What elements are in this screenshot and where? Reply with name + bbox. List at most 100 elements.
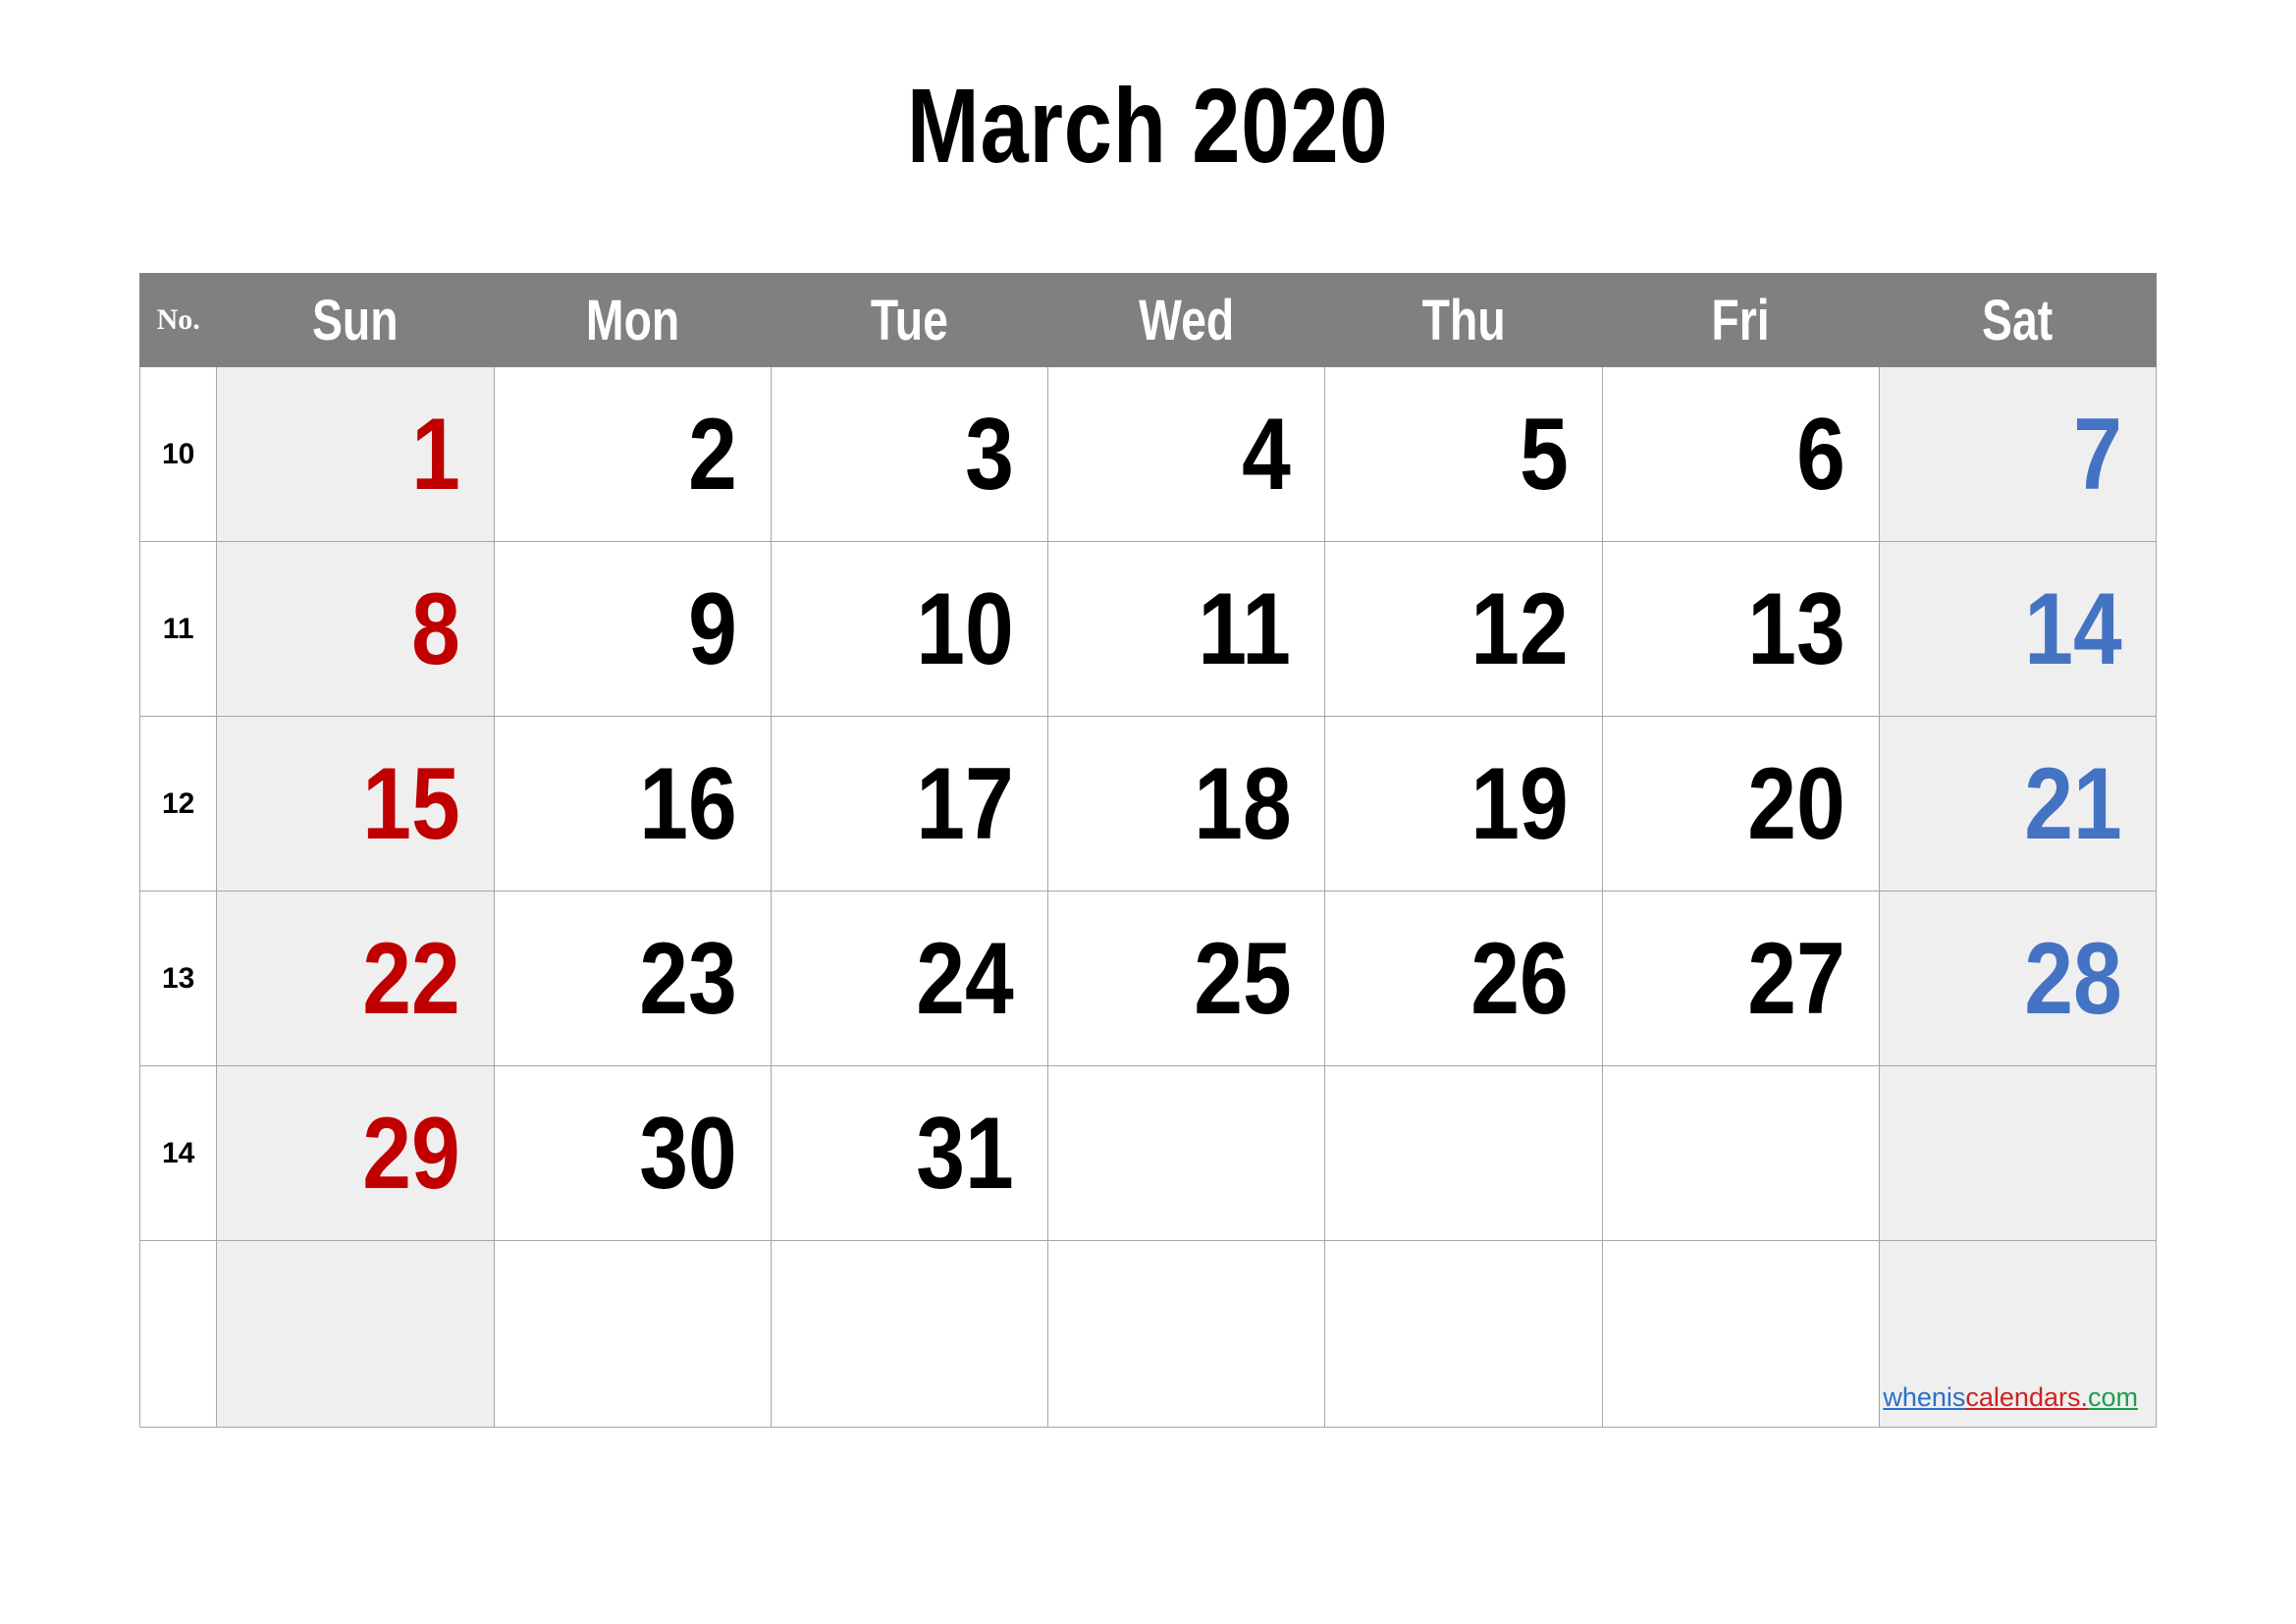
day-cell[interactable]: 18: [1047, 716, 1326, 892]
day-cell[interactable]: 23: [493, 891, 772, 1066]
day-header-fri: Fri: [1601, 273, 1880, 367]
day-cell[interactable]: 30: [493, 1065, 772, 1241]
day-number: 26: [1470, 921, 1569, 1036]
day-number: 7: [2073, 397, 2122, 512]
day-header-tue-label: Tue: [870, 288, 948, 352]
day-cell[interactable]: 4: [1047, 366, 1326, 542]
day-number: 31: [916, 1096, 1015, 1211]
page-title: March 2020: [907, 66, 1389, 185]
day-cell[interactable]: wheniscalendars.com: [1878, 1240, 2158, 1428]
calendar-grid: No. Sun Mon Tue Wed Thu Fri Sat 10 1 2 3…: [138, 273, 2158, 1428]
day-header-fri-label: Fri: [1711, 288, 1770, 352]
day-header-mon-label: Mon: [585, 288, 679, 352]
day-number: 24: [916, 921, 1015, 1036]
day-number: 13: [1747, 571, 1845, 686]
day-cell[interactable]: 19: [1324, 716, 1603, 892]
day-header-wed: Wed: [1047, 273, 1326, 367]
day-cell[interactable]: 6: [1601, 366, 1880, 542]
day-number: 1: [410, 397, 460, 512]
calendar-week-row: wheniscalendars.com: [138, 1240, 2158, 1428]
day-cell[interactable]: 8: [216, 541, 495, 717]
day-number: 19: [1470, 746, 1569, 861]
watermark-part-1: whenis: [1883, 1382, 1966, 1412]
day-number: 28: [2024, 921, 2122, 1036]
day-cell[interactable]: 9: [493, 541, 772, 717]
day-header-sun-label: Sun: [312, 288, 399, 352]
day-cell[interactable]: 31: [770, 1065, 1049, 1241]
day-header-wed-label: Wed: [1139, 288, 1235, 352]
day-cell[interactable]: 17: [770, 716, 1049, 892]
day-cell[interactable]: 27: [1601, 891, 1880, 1066]
calendar-header-row: No. Sun Mon Tue Wed Thu Fri Sat: [138, 273, 2158, 367]
day-cell[interactable]: [1047, 1240, 1326, 1428]
day-cell[interactable]: 28: [1878, 891, 2158, 1066]
day-number: 20: [1747, 746, 1845, 861]
day-number: 21: [2024, 746, 2122, 861]
day-cell[interactable]: [770, 1240, 1049, 1428]
day-cell[interactable]: 7: [1878, 366, 2158, 542]
calendar-page: March 2020 No. Sun Mon Tue Wed Thu Fri S…: [0, 0, 2296, 1624]
day-cell[interactable]: [1324, 1065, 1603, 1241]
day-number: 5: [1519, 397, 1569, 512]
day-cell[interactable]: 25: [1047, 891, 1326, 1066]
calendar-week-row: 14 29 30 31: [138, 1065, 2158, 1241]
watermark-part-3: com: [2087, 1382, 2138, 1412]
day-cell[interactable]: 22: [216, 891, 495, 1066]
day-cell[interactable]: [1601, 1240, 1880, 1428]
week-number-column-header: No.: [138, 273, 218, 367]
day-cell[interactable]: [1047, 1065, 1326, 1241]
calendar-week-row: 13 22 23 24 25 26 27 28: [138, 891, 2158, 1066]
day-cell[interactable]: [493, 1240, 772, 1428]
day-cell[interactable]: 21: [1878, 716, 2158, 892]
day-header-mon: Mon: [493, 273, 772, 367]
day-number: 8: [410, 571, 460, 686]
day-number: 10: [916, 571, 1015, 686]
day-number: 30: [639, 1096, 737, 1211]
day-cell[interactable]: 29: [216, 1065, 495, 1241]
day-number: 18: [1193, 746, 1292, 861]
day-cell[interactable]: [1324, 1240, 1603, 1428]
day-cell[interactable]: 14: [1878, 541, 2158, 717]
day-cell[interactable]: 2: [493, 366, 772, 542]
day-header-sat-label: Sat: [1982, 288, 2054, 352]
calendar-week-row: 11 8 9 10 11 12 13 14: [138, 541, 2158, 717]
day-cell[interactable]: 24: [770, 891, 1049, 1066]
day-number: 17: [916, 746, 1015, 861]
day-cell[interactable]: 15: [216, 716, 495, 892]
day-number: 4: [1242, 397, 1292, 512]
day-cell[interactable]: 26: [1324, 891, 1603, 1066]
week-number: 13: [138, 891, 218, 1066]
day-header-thu: Thu: [1324, 273, 1603, 367]
week-number: 11: [138, 541, 218, 717]
week-number: 14: [138, 1065, 218, 1241]
day-cell[interactable]: [216, 1240, 495, 1428]
day-number: 25: [1193, 921, 1292, 1036]
day-cell[interactable]: [1878, 1065, 2158, 1241]
week-number: [138, 1240, 218, 1428]
day-cell[interactable]: 12: [1324, 541, 1603, 717]
day-header-thu-label: Thu: [1421, 288, 1506, 352]
calendar-week-row: 10 1 2 3 4 5 6 7: [138, 366, 2158, 542]
watermark-part-2: calendars.: [1965, 1382, 2088, 1412]
day-cell[interactable]: 11: [1047, 541, 1326, 717]
week-number: 12: [138, 716, 218, 892]
day-number: 14: [2024, 571, 2122, 686]
day-cell[interactable]: 3: [770, 366, 1049, 542]
watermark-link[interactable]: wheniscalendars.com: [1883, 1384, 2138, 1411]
day-number: 9: [688, 571, 737, 686]
day-cell[interactable]: 20: [1601, 716, 1880, 892]
day-cell[interactable]: 5: [1324, 366, 1603, 542]
day-number: 3: [965, 397, 1015, 512]
day-cell[interactable]: 16: [493, 716, 772, 892]
day-header-sat: Sat: [1878, 273, 2158, 367]
day-cell[interactable]: [1601, 1065, 1880, 1241]
day-cell[interactable]: 10: [770, 541, 1049, 717]
day-number: 23: [639, 921, 737, 1036]
day-number: 22: [362, 921, 460, 1036]
day-number: 12: [1470, 571, 1569, 686]
day-number: 15: [362, 746, 460, 861]
day-cell[interactable]: 1: [216, 366, 495, 542]
day-number: 27: [1747, 921, 1845, 1036]
day-number: 6: [1795, 397, 1845, 512]
day-cell[interactable]: 13: [1601, 541, 1880, 717]
